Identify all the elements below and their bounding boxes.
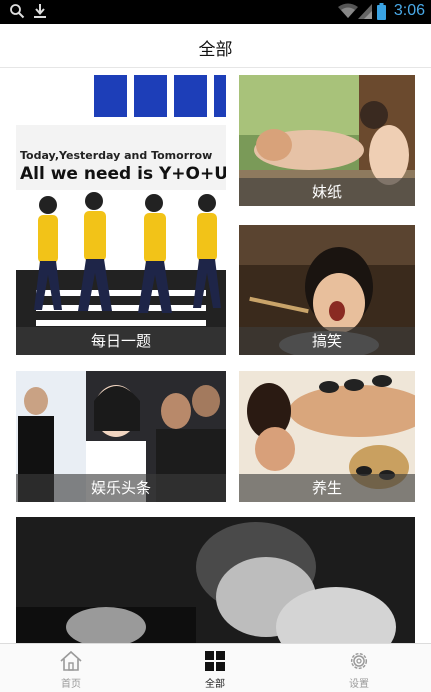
tile-feature[interactable] bbox=[16, 517, 415, 643]
nav-all-label: 全部 bbox=[205, 679, 225, 690]
home-icon bbox=[60, 650, 82, 671]
daily-question-image bbox=[16, 75, 226, 355]
tile-daily-question[interactable]: Today,Yesterday and Tomorrow All we need… bbox=[16, 75, 226, 355]
gear-icon bbox=[350, 652, 368, 670]
wifi-icon bbox=[338, 3, 358, 18]
tile-entertainment[interactable]: 娱乐头条 bbox=[16, 371, 226, 502]
status-bar: 3:06 bbox=[0, 0, 431, 24]
title-bar: 全部 bbox=[0, 24, 431, 68]
category-grid[interactable]: Today,Yesterday and Tomorrow All we need… bbox=[0, 68, 431, 643]
signal-icon bbox=[358, 4, 372, 19]
bottom-navigation: 首页 全部 设置 bbox=[0, 643, 431, 692]
grid-icon bbox=[205, 651, 225, 671]
nav-settings[interactable]: 设置 bbox=[319, 644, 399, 692]
search-icon bbox=[10, 4, 25, 19]
tile-label: 搞笑 bbox=[239, 327, 415, 355]
caption-line-1: Today,Yesterday and Tomorrow bbox=[20, 149, 213, 162]
nav-home-label: 首页 bbox=[61, 679, 81, 690]
tile-label: 养生 bbox=[239, 474, 415, 502]
page-title: 全部 bbox=[198, 40, 233, 60]
caption-line-2: All we need is Y+O+U bbox=[20, 164, 226, 184]
tile-funny[interactable]: 搞笑 bbox=[239, 225, 415, 355]
clock: 3:06 bbox=[393, 2, 425, 19]
tile-label: 娱乐头条 bbox=[16, 474, 226, 502]
nav-settings-label: 设置 bbox=[349, 679, 369, 690]
nav-home[interactable]: 首页 bbox=[31, 644, 111, 692]
tile-girls[interactable]: 妹纸 bbox=[239, 75, 415, 206]
battery-icon bbox=[377, 3, 386, 20]
download-icon bbox=[34, 4, 46, 18]
daily-question-caption: Today,Yesterday and Tomorrow All we need… bbox=[20, 149, 226, 184]
tile-health[interactable]: 养生 bbox=[239, 371, 415, 502]
tile-label: 每日一题 bbox=[16, 327, 226, 355]
nav-all[interactable]: 全部 bbox=[175, 644, 255, 692]
feature-image bbox=[16, 517, 415, 643]
tile-label: 妹纸 bbox=[239, 178, 415, 206]
